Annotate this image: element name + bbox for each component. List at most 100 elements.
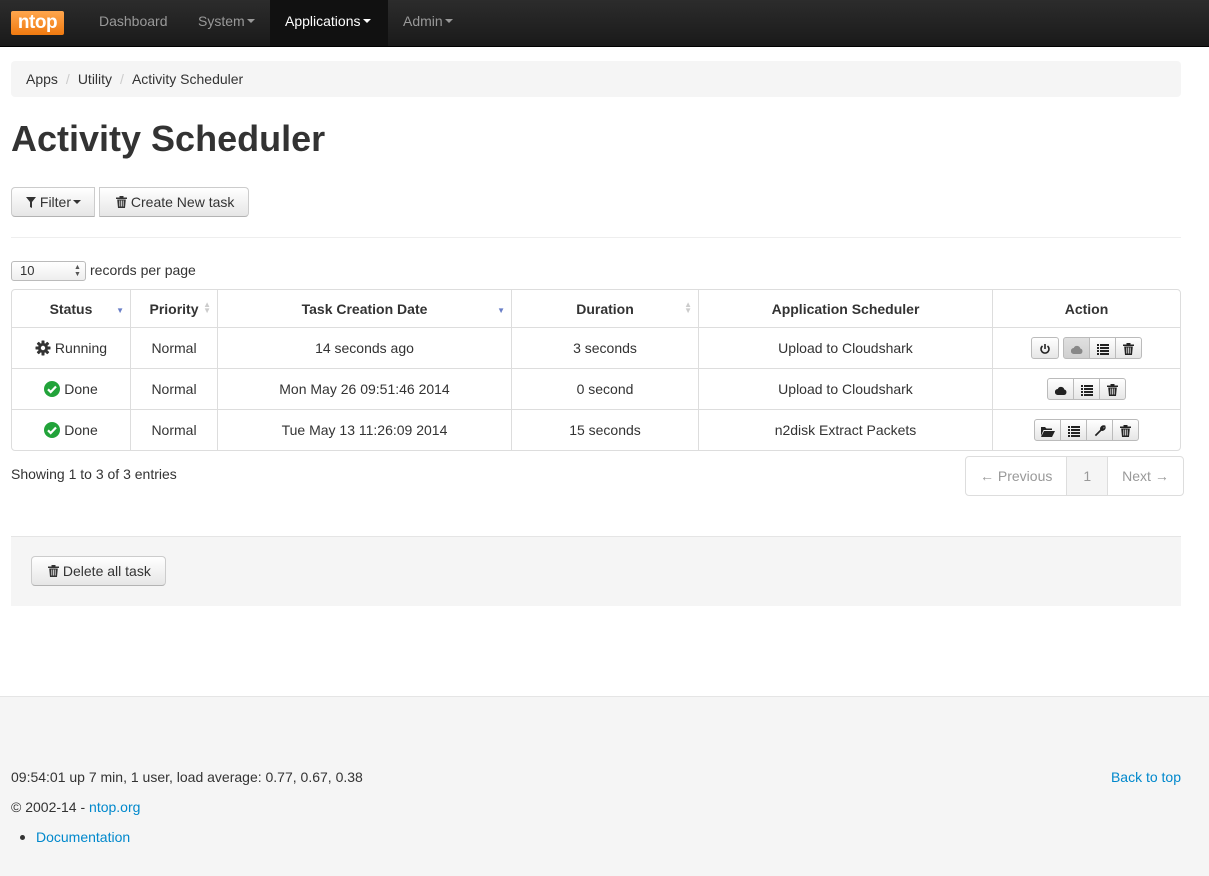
folder-open-icon xyxy=(1040,426,1055,437)
page-title: Activity Scheduler xyxy=(11,118,326,159)
showing-entries: Showing 1 to 3 of 3 entries xyxy=(11,466,177,482)
delete-all-button[interactable]: Delete all task xyxy=(31,556,166,586)
cell-status: Done xyxy=(12,409,130,450)
pagination-previous[interactable]: ← Previous xyxy=(966,457,1066,495)
table-header-row: Status ▼ Priority ▲ ▼ Task Creation Date ▼ D… xyxy=(12,290,1180,327)
cell-duration: 3 seconds xyxy=(511,327,698,368)
column-application: Application Scheduler xyxy=(698,290,992,327)
cell-status: Running xyxy=(12,327,130,368)
filter-button[interactable]: Filter xyxy=(11,187,96,217)
create-task-label: Create New task xyxy=(130,194,235,210)
create-task-button[interactable]: Create New task xyxy=(99,187,250,217)
back-to-top-link[interactable]: Back to top xyxy=(1111,769,1181,785)
pagination-next[interactable]: Next → xyxy=(1107,457,1183,495)
column-application-label: Application Scheduler xyxy=(771,300,920,317)
breadcrumb: Apps / Utility / Activity Scheduler xyxy=(11,61,1181,97)
cell-actions xyxy=(992,368,1180,409)
column-duration-label: Duration xyxy=(576,300,634,317)
status-text: Done xyxy=(64,422,98,438)
task-table: Status ▼ Priority ▲ ▼ Task Creation Date ▼ D… xyxy=(11,289,1181,451)
log-button[interactable] xyxy=(1060,419,1087,441)
ntop-logo[interactable]: ntop xyxy=(11,11,64,35)
settings-button[interactable] xyxy=(1086,419,1113,441)
table-row: Done Normal Tue May 13 11:26:09 2014 15 … xyxy=(12,409,1180,450)
cell-priority: Normal xyxy=(130,368,217,409)
action-button-group xyxy=(1034,419,1139,441)
breadcrumb-separator: / xyxy=(65,71,70,87)
delete-task-button[interactable] xyxy=(1115,337,1142,359)
cell-created: Mon May 26 09:51:46 2014 xyxy=(217,368,511,409)
column-priority[interactable]: Priority ▲ ▼ xyxy=(130,290,217,327)
footer xyxy=(0,696,1209,876)
check-circle-icon xyxy=(44,422,61,438)
records-per-page-label: records per page xyxy=(90,262,196,278)
pagination-page-1[interactable]: 1 xyxy=(1066,457,1108,495)
breadcrumb-utility[interactable]: Utility xyxy=(78,71,112,87)
nav-applications[interactable]: Applications xyxy=(270,0,388,46)
caret-down-icon xyxy=(444,19,453,24)
cell-actions xyxy=(992,409,1180,450)
cloudshark-button[interactable] xyxy=(1047,378,1074,400)
power-icon xyxy=(1040,344,1050,355)
column-status[interactable]: Status ▼ xyxy=(12,290,130,327)
breadcrumb-separator: / xyxy=(120,71,124,87)
cell-application: Upload to Cloudshark xyxy=(698,368,992,409)
cloudshark-button[interactable] xyxy=(1063,337,1090,359)
top-navbar: ntop Dashboard System Applications Admin xyxy=(0,0,1209,47)
action-button-group xyxy=(1063,337,1142,359)
documentation-link[interactable]: Documentation xyxy=(36,829,130,845)
pagination: ← Previous 1 Next → xyxy=(965,456,1184,496)
select-arrows-icon: ▲ ▼ xyxy=(74,264,81,278)
delete-task-button[interactable] xyxy=(1099,378,1126,400)
ntop-org-link[interactable]: ntop.org xyxy=(89,799,140,815)
column-action-label: Action xyxy=(1064,300,1109,317)
column-duration[interactable]: Duration ▲ ▼ xyxy=(511,290,698,327)
delete-all-label: Delete all task xyxy=(62,563,151,579)
cloud-icon xyxy=(1070,345,1082,354)
delete-task-button[interactable] xyxy=(1112,419,1139,441)
column-created[interactable]: Task Creation Date ▼ xyxy=(217,290,511,327)
caret-down-icon xyxy=(362,19,371,24)
table-row: Running Normal 14 seconds ago 3 seconds … xyxy=(12,327,1180,368)
sort-desc-icon: ▼ xyxy=(497,306,505,315)
status-text: Done xyxy=(64,381,98,397)
stop-task-button[interactable] xyxy=(1031,337,1059,359)
nav-admin-label: Admin xyxy=(403,13,443,29)
breadcrumb-apps[interactable]: Apps xyxy=(26,71,58,87)
log-button[interactable] xyxy=(1089,337,1116,359)
open-folder-button[interactable] xyxy=(1034,419,1061,441)
gear-icon xyxy=(35,340,51,356)
caret-down-icon xyxy=(246,19,255,24)
cell-actions xyxy=(992,327,1180,368)
action-button-group xyxy=(1047,378,1126,400)
cell-status: Done xyxy=(12,368,130,409)
nav-admin[interactable]: Admin xyxy=(388,0,468,46)
column-status-label: Status xyxy=(49,300,93,317)
bullet xyxy=(20,834,25,840)
cell-created: 14 seconds ago xyxy=(217,327,511,368)
list-icon xyxy=(1096,343,1109,355)
filter-icon xyxy=(26,197,36,208)
nav-dashboard[interactable]: Dashboard xyxy=(84,0,183,46)
breadcrumb-current: Activity Scheduler xyxy=(131,71,244,87)
cell-priority: Normal xyxy=(130,327,217,368)
cell-duration: 0 second xyxy=(511,368,698,409)
list-icon xyxy=(1080,384,1093,396)
caret-down-icon xyxy=(73,200,82,205)
copyright-text: © 2002-14 - xyxy=(11,799,90,815)
sort-desc-icon: ▼ xyxy=(116,306,124,315)
records-per-page-select[interactable]: 10 ▲ ▼ xyxy=(11,261,86,281)
cell-duration: 15 seconds xyxy=(511,409,698,450)
cell-created: Tue May 13 11:26:09 2014 xyxy=(217,409,511,450)
nav-applications-label: Applications xyxy=(285,13,361,29)
trash-icon xyxy=(1123,343,1134,356)
trash-icon xyxy=(1107,384,1118,397)
nav-system[interactable]: System xyxy=(183,0,270,46)
trash-icon xyxy=(116,196,127,208)
log-button[interactable] xyxy=(1073,378,1100,400)
cell-priority: Normal xyxy=(130,409,217,450)
nav-dashboard-label: Dashboard xyxy=(99,13,168,29)
trash-icon xyxy=(1120,425,1131,438)
filter-label: Filter xyxy=(39,194,72,210)
nav-system-label: System xyxy=(198,13,245,29)
